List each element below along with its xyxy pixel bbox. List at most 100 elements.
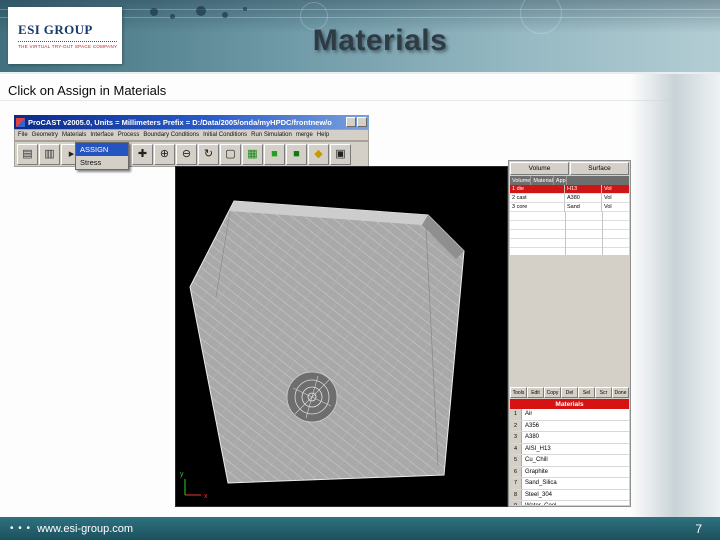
app-icon — [16, 118, 25, 127]
window-buttons — [346, 117, 367, 127]
decor-dot — [222, 12, 228, 18]
info-icon[interactable]: ▣ — [330, 144, 351, 165]
window-minimize-button[interactable] — [346, 117, 356, 127]
Water_Cool[interactable]: 9 Water_Cool — [510, 501, 629, 505]
materials-table-column: Volume — [510, 176, 531, 185]
assignment-apply-cell: Vol — [602, 203, 629, 212]
menu-item-assign[interactable]: ASSIGN — [76, 143, 128, 156]
volume-display-icon[interactable]: ■ — [286, 144, 307, 165]
panel-tab[interactable]: Edit — [527, 387, 544, 398]
esi-logo: ESI GROUP THE VIRTUAL TRY-OUT SPACE COMP… — [8, 7, 122, 64]
materials-table-header: VolumeMaterialApp — [510, 176, 629, 185]
mesh-viewport[interactable]: x y — [175, 166, 508, 507]
panel-tab[interactable]: Sel — [578, 387, 595, 398]
material-index: 7 — [510, 478, 522, 489]
material-name: A356 — [522, 421, 539, 432]
pan-icon[interactable]: ✚ — [132, 144, 153, 165]
menu-item[interactable]: Materials — [62, 132, 86, 138]
zoom-out-icon[interactable]: ⊖ — [176, 144, 197, 165]
template-rule — [0, 100, 720, 101]
material-index: 9 — [510, 501, 522, 505]
material-database-list: 1 Air 2 A356 3 A380 4 AISI_H13 5 Cu_Chil… — [510, 409, 629, 505]
zoom-in-icon[interactable]: ⊕ — [154, 144, 175, 165]
rotate-icon[interactable]: ↻ — [198, 144, 219, 165]
slide-header: ESI GROUP THE VIRTUAL TRY-OUT SPACE COMP… — [0, 0, 720, 74]
decor-dot — [196, 6, 206, 16]
save-file-icon[interactable]: ▥ — [39, 144, 60, 165]
material-name: AISI_H13 — [522, 444, 551, 455]
instruction-text: Click on Assign in Materials — [8, 83, 166, 98]
menu-item[interactable]: Run Simulation — [251, 132, 292, 138]
menu-item[interactable]: Process — [118, 132, 140, 138]
material-name: Cu_Chill — [522, 455, 548, 466]
page-number: 7 — [695, 522, 702, 536]
material-index: 6 — [510, 467, 522, 478]
material-index: 5 — [510, 455, 522, 466]
open-file-icon[interactable]: ▤ — [17, 144, 38, 165]
footer-url: www.esi-group.com — [37, 523, 133, 535]
toolbar-icon: ▸ — [69, 149, 75, 160]
slide-footer: • • • www.esi-group.com 7 — [0, 517, 720, 540]
menu-item-stress[interactable]: Stress — [76, 156, 128, 169]
toolbar-icon: ■ — [293, 149, 300, 160]
toolbar-icon: ✚ — [138, 149, 147, 160]
window-title: ProCAST v2005.0, Units = Millimeters Pre… — [28, 118, 332, 127]
panel-tab[interactable]: Del — [561, 387, 578, 398]
toolbar-icon: ■ — [271, 149, 278, 160]
panel-tabs: ToolsEditCopyDelSelScrDone — [510, 387, 629, 398]
decor-dot — [150, 8, 158, 16]
material-name: Steel_304 — [522, 490, 552, 501]
menu-item[interactable]: Geometry — [32, 132, 58, 138]
window-maximize-button[interactable] — [357, 117, 367, 127]
assignment-volume-cell: 3 core — [510, 203, 565, 212]
surface-display-icon[interactable]: ■ — [264, 144, 285, 165]
Graphite[interactable]: 6 Graphite — [510, 467, 629, 479]
A356[interactable]: 2 A356 — [510, 421, 629, 433]
panel-tab[interactable]: Scr — [595, 387, 612, 398]
material-name: Sand_Silica — [522, 478, 557, 489]
material-assignment-row[interactable]: 2 cast A380 Vol — [510, 194, 629, 203]
A380[interactable]: 3 A380 — [510, 432, 629, 444]
material-assignment-row[interactable]: 3 core Sand Vol — [510, 203, 629, 212]
menu-bar: File Geometry Materials Interface ProcessBou… — [14, 129, 369, 141]
toolbar-icon: ↻ — [204, 149, 213, 160]
slide: ESI GROUP THE VIRTUAL TRY-OUT SPACE COMP… — [0, 0, 720, 540]
AISI_H13[interactable]: 4 AISI_H13 — [510, 444, 629, 456]
fit-view-icon[interactable]: ▢ — [220, 144, 241, 165]
material-name: Air — [522, 409, 532, 420]
panel-tab[interactable]: Tools — [510, 387, 527, 398]
assignment-volume-cell: 1 die — [510, 185, 565, 194]
Steel_304[interactable]: 8 Steel_304 — [510, 490, 629, 502]
materials-table-column: App — [554, 176, 567, 185]
menu-item[interactable]: File — [18, 132, 28, 138]
decor-dot — [243, 7, 247, 11]
panel-mode-button[interactable]: Surface — [570, 162, 629, 175]
menu-item[interactable]: Help — [317, 132, 329, 138]
menu-item[interactable]: merge — [296, 132, 313, 138]
mesh-spiral-feature — [287, 372, 337, 422]
materials-table-body: 1 die H13 Vol 2 cast A380 Vol 3 core San… — [510, 185, 629, 255]
material-assignment-row[interactable]: 1 die H13 Vol — [510, 185, 629, 194]
Cu_Chill[interactable]: 5 Cu_Chill — [510, 455, 629, 467]
panel-tab[interactable]: Copy — [544, 387, 561, 398]
material-name: Graphite — [522, 467, 548, 478]
mesh-display-icon[interactable]: ▦ — [242, 144, 263, 165]
panel-tab[interactable]: Done — [612, 387, 629, 398]
assignment-apply-cell: Vol — [602, 194, 629, 203]
material-index: 1 — [510, 409, 522, 420]
menu-item[interactable]: Initial Conditions — [203, 132, 247, 138]
toolbar: ▤ ▥ ▸ ✚ ⊕ ⊖ ↻ ▢ ▦ — [14, 141, 369, 167]
decor-dot — [170, 14, 175, 19]
material-index: 8 — [510, 490, 522, 501]
Air[interactable]: 1 Air — [510, 409, 629, 421]
menu-item[interactable]: Boundary Conditions — [143, 132, 199, 138]
page-title: Materials — [130, 24, 630, 58]
panel-mode-button[interactable]: Volume — [510, 162, 569, 175]
Sand_Silica[interactable]: 7 Sand_Silica — [510, 478, 629, 490]
mesh-viewport-svg: x y — [176, 167, 507, 506]
esi-logo-text: ESI GROUP THE VIRTUAL TRY-OUT SPACE COMP… — [18, 22, 117, 49]
window-titlebar[interactable]: ProCAST v2005.0, Units = Millimeters Pre… — [14, 115, 369, 129]
light-icon[interactable]: ◆ — [308, 144, 329, 165]
toolbar-group-right: ✚ ⊕ ⊖ ↻ ▢ ▦ ■ ■ ◆ ▣ — [132, 144, 351, 165]
menu-item[interactable]: Interface — [90, 132, 113, 138]
